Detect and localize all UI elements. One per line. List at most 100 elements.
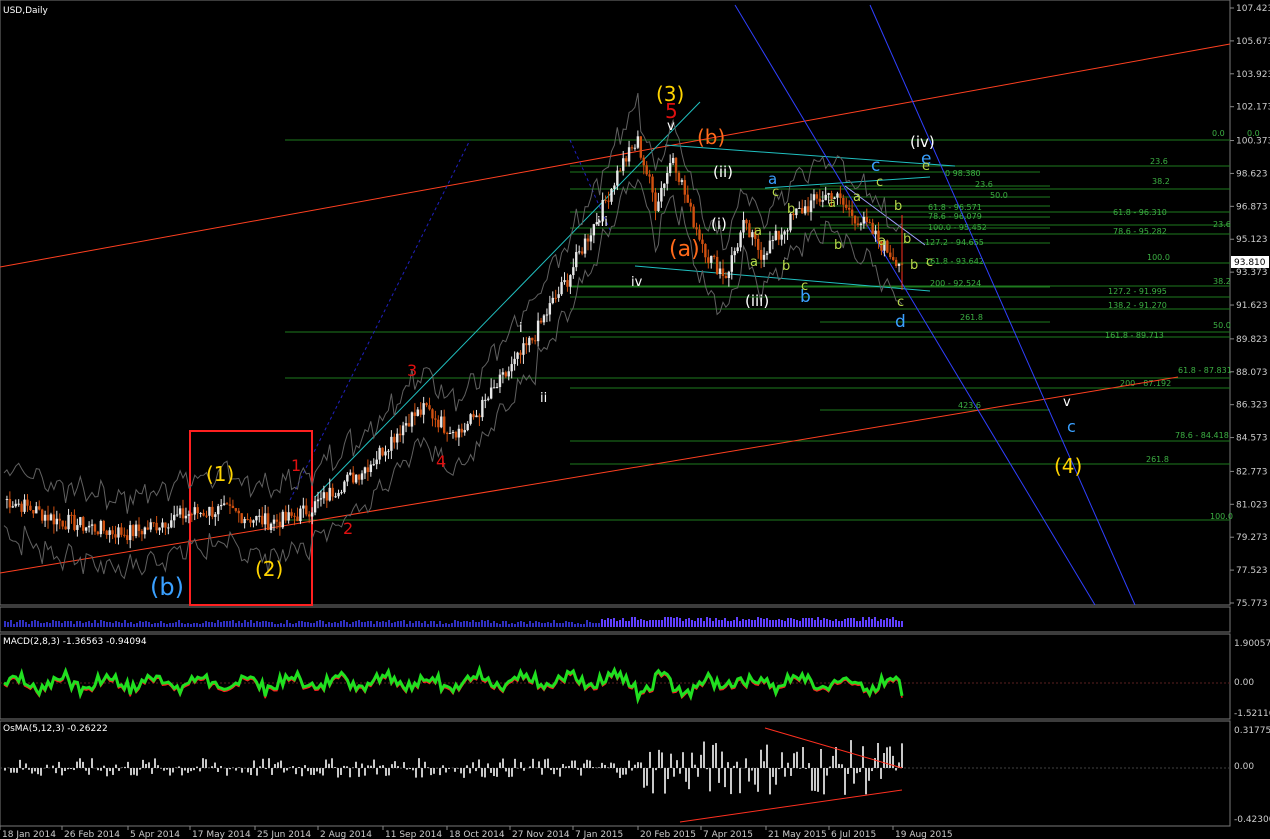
candle-body <box>660 187 663 202</box>
wave-label: (ii) <box>713 163 733 181</box>
wave-label: v <box>1063 395 1071 410</box>
volume-bar <box>379 622 381 627</box>
osma-bar <box>799 768 801 769</box>
osma-bar <box>613 763 615 768</box>
date-tick-label: 5 Apr 2014 <box>130 830 180 839</box>
osma-bar <box>238 767 240 768</box>
osma-bar <box>280 760 282 768</box>
volume-bar <box>619 620 621 627</box>
osma-bar <box>829 766 831 768</box>
osma-bar <box>448 768 450 770</box>
volume-bar <box>727 621 729 627</box>
volume-bar <box>457 621 459 627</box>
osma-bar <box>124 766 126 768</box>
volume-bar <box>307 622 309 627</box>
osma-bar <box>139 768 141 770</box>
candle-body <box>217 506 220 515</box>
volume-bar <box>604 620 606 627</box>
price-tick-label: 82.773 <box>1236 467 1268 477</box>
osma-bar <box>382 765 384 768</box>
osma-bar <box>784 768 786 777</box>
osma-bar <box>883 753 885 768</box>
candle-body <box>666 173 669 184</box>
volume-bar <box>259 622 261 627</box>
volume-bar <box>97 623 99 627</box>
candle-body <box>757 238 760 250</box>
volume-bar <box>37 621 39 627</box>
volume-bar <box>721 620 723 627</box>
fib-level-label: 0 98.380 <box>945 169 981 178</box>
osma-bar <box>37 768 39 775</box>
date-tick-label: 25 Jun 2014 <box>257 830 311 839</box>
osma-bar <box>202 758 204 768</box>
candle-body <box>821 200 824 202</box>
osma-bar <box>187 768 189 773</box>
volume-bar <box>631 617 633 627</box>
volume-bar <box>124 620 126 627</box>
osma-bar <box>13 768 15 773</box>
candle-body <box>199 512 202 514</box>
candle-body <box>404 423 408 426</box>
fib-level-label: 138.2 - 91.270 <box>1108 301 1167 310</box>
candle-body <box>219 504 223 507</box>
price-tick-label: 107.423 <box>1236 4 1270 14</box>
osma-bar <box>481 768 483 777</box>
candle-body <box>131 525 135 537</box>
osma-bar <box>196 766 198 768</box>
candle-body <box>23 499 26 512</box>
candle-body <box>671 157 675 164</box>
osma-bar <box>67 768 69 770</box>
candle-body <box>313 501 317 513</box>
osma-bar <box>820 749 822 768</box>
candle-body <box>211 506 214 517</box>
candle-body <box>806 206 810 213</box>
osma-bar <box>505 768 507 772</box>
volume-bar <box>280 623 282 627</box>
volume-bar <box>211 622 213 627</box>
candle-body <box>448 432 452 435</box>
volume-bar <box>712 621 714 627</box>
candle-body <box>648 174 651 177</box>
candle-body <box>528 337 531 346</box>
osma-bar <box>541 768 543 775</box>
candle-body <box>155 522 158 531</box>
candle-body <box>181 508 185 519</box>
candle-body <box>184 515 188 519</box>
candle-body <box>801 207 804 214</box>
volume-bar <box>460 622 462 627</box>
osma-bar <box>256 768 258 776</box>
candle-body <box>293 515 296 517</box>
volume-bar <box>100 620 102 627</box>
osma-bar <box>58 761 60 768</box>
candle-body <box>692 206 695 228</box>
candle-body <box>577 251 581 253</box>
osma-bar <box>106 768 108 777</box>
price-tick-label: 88.073 <box>1236 368 1268 378</box>
volume-bar <box>106 622 108 627</box>
osma-bar <box>319 768 321 774</box>
candle-body <box>384 451 387 456</box>
volume-bar <box>43 623 45 627</box>
candle-body <box>434 418 437 420</box>
volume-bar <box>661 620 663 627</box>
volume-bar <box>895 620 897 627</box>
volume-bar <box>481 620 483 627</box>
osma-bar <box>556 768 558 770</box>
osma-bar <box>577 768 579 770</box>
candle-body <box>836 193 839 198</box>
osma-bar <box>10 768 12 773</box>
volume-bar <box>421 623 423 627</box>
osma-bar <box>184 768 186 771</box>
candle-body <box>583 238 587 254</box>
osma-bar <box>724 768 726 788</box>
volume-bar <box>403 620 405 627</box>
volume-bar <box>115 621 117 627</box>
osma-bar <box>841 764 843 768</box>
osma-bar <box>31 768 33 774</box>
volume-bar <box>160 621 162 627</box>
price-tick-label: 89.823 <box>1236 335 1268 345</box>
chart-canvas[interactable]: 0.0 0.023.60 98.38023.6 38.250.061.8 - 96.… <box>0 0 1270 839</box>
candle-body <box>360 473 364 480</box>
candle-body <box>158 527 161 531</box>
volume-bar <box>526 624 528 627</box>
